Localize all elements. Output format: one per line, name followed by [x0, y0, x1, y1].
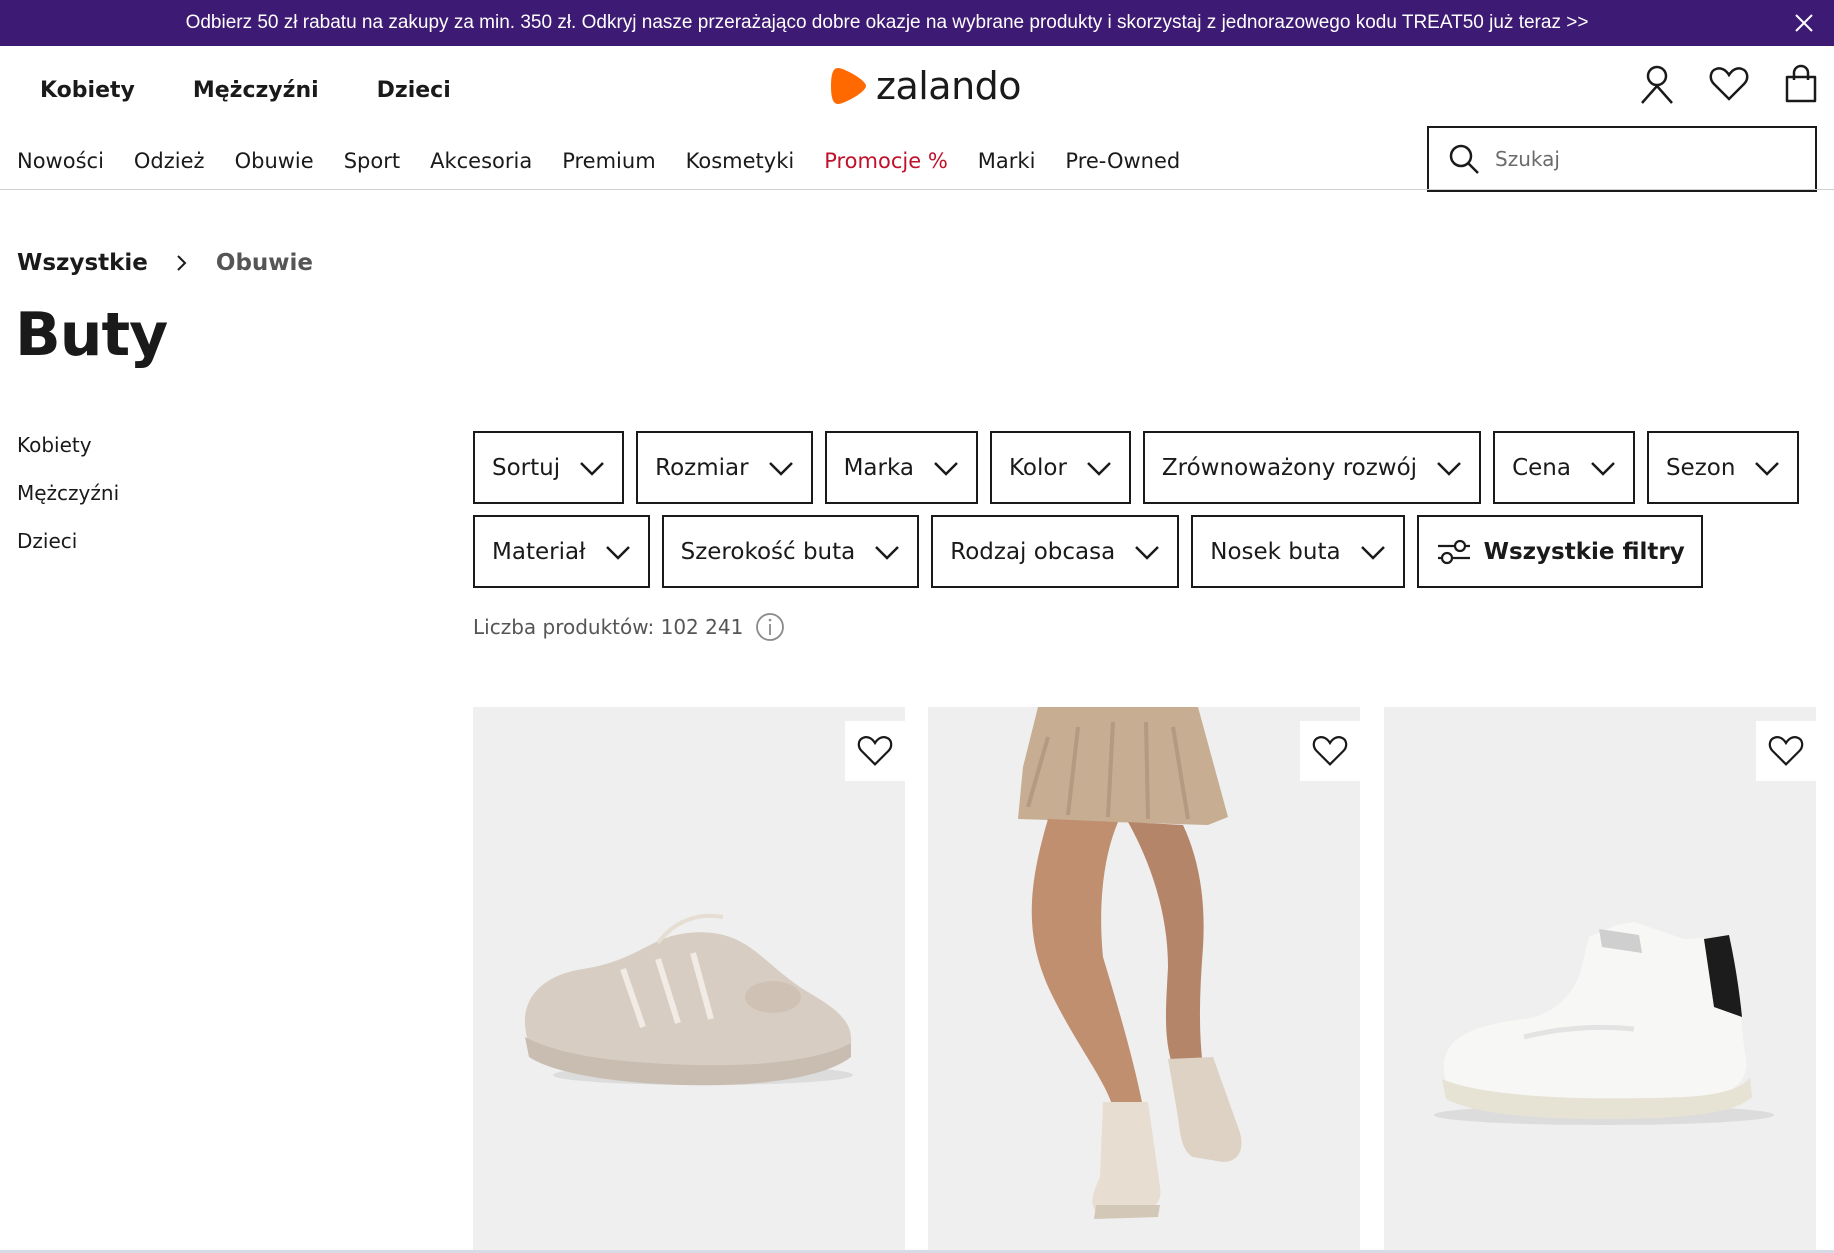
gender-link-kids[interactable]: Dzieci [377, 78, 451, 103]
filter-row-1: Sortuj Rozmiar Marka Kolor Zrównoważony … [473, 431, 1811, 504]
sidebar: Kobiety Mężczyźni Dzieci [17, 433, 119, 577]
filter-heel-type-button[interactable]: Rodzaj obcasa [931, 515, 1180, 588]
filter-label: Rodzaj obcasa [950, 538, 1116, 565]
chevron-down-icon [1755, 461, 1780, 476]
header-divider [0, 189, 1834, 190]
heart-icon [1768, 736, 1804, 766]
product-count-text: Liczba produktów: 102 241 [473, 615, 744, 639]
nav-item-premium[interactable]: Premium [562, 149, 655, 173]
filter-toe-button[interactable]: Nosek buta [1191, 515, 1405, 588]
user-icon[interactable] [1636, 63, 1678, 105]
filter-row-2: Materiał Szerokość buta Rodzaj obcasa No… [473, 515, 1715, 588]
gender-link-women[interactable]: Kobiety [40, 78, 135, 103]
filter-label: Materiał [492, 538, 586, 565]
product-image[interactable] [1384, 707, 1816, 1253]
product-card[interactable] [473, 707, 905, 1253]
filter-size-button[interactable]: Rozmiar [636, 431, 813, 504]
logo-text: zalando [876, 64, 1022, 108]
all-filters-button[interactable]: Wszystkie filtry [1416, 515, 1703, 588]
filter-label: Szerokość buta [680, 538, 856, 565]
filters-icon [1437, 539, 1470, 564]
filter-label: Zrównoważony rozwój [1161, 454, 1418, 481]
product-count: Liczba produktów: 102 241 [473, 612, 785, 642]
filter-width-button[interactable]: Szerokość buta [661, 515, 920, 588]
heart-icon [857, 736, 893, 766]
nav-item-sale[interactable]: Promocje % [824, 149, 948, 173]
zalando-logo[interactable]: zalando [830, 64, 1022, 108]
heart-icon [1312, 736, 1348, 766]
nav-item-accessories[interactable]: Akcesoria [430, 149, 532, 173]
sidebar-item-kids[interactable]: Dzieci [17, 529, 119, 577]
gender-nav: Kobiety Mężczyźni Dzieci [40, 78, 509, 103]
promo-banner[interactable]: Odbierz 50 zł rabatu na zakupy za min. 3… [0, 0, 1834, 46]
filter-material-button[interactable]: Materiał [473, 515, 650, 588]
nav-item-pre-owned[interactable]: Pre-Owned [1065, 149, 1180, 173]
breadcrumb-root[interactable]: Wszystkie [17, 250, 148, 276]
nav-item-beauty[interactable]: Kosmetyki [686, 149, 795, 173]
gender-link-men[interactable]: Mężczyźni [193, 78, 319, 103]
chevron-down-icon [934, 461, 958, 476]
chevron-down-icon [605, 545, 630, 560]
filter-label: Nosek buta [1210, 538, 1341, 565]
nav-item-sport[interactable]: Sport [344, 149, 400, 173]
info-icon[interactable] [755, 612, 785, 642]
product-image[interactable] [473, 707, 905, 1253]
promo-text[interactable]: Odbierz 50 zł rabatu na zakupy za min. 3… [0, 12, 1774, 34]
close-icon[interactable] [1792, 11, 1816, 35]
category-nav: Nowości Odzież Obuwie Sport Akcesoria Pr… [17, 149, 1210, 173]
breadcrumb-current: Obuwie [215, 250, 314, 276]
chevron-down-icon [1135, 545, 1160, 560]
nav-item-clothing[interactable]: Odzież [134, 149, 205, 173]
chevron-right-icon [177, 255, 187, 271]
wishlist-button[interactable] [845, 721, 905, 781]
filter-sustainability-button[interactable]: Zrównoważony rozwój [1142, 431, 1482, 504]
product-card[interactable] [1384, 707, 1816, 1253]
logo-mark-icon [831, 68, 866, 104]
sidebar-item-women[interactable]: Kobiety [17, 433, 119, 481]
chevron-down-icon [768, 461, 793, 476]
product-card[interactable] [928, 707, 1360, 1253]
chevron-down-icon [1087, 461, 1111, 476]
filter-label: Sezon [1665, 454, 1736, 481]
filter-label: Kolor [1008, 454, 1067, 481]
search-icon [1449, 144, 1479, 174]
product-image[interactable] [928, 707, 1360, 1253]
page-title: Buty [15, 300, 168, 370]
filter-season-button[interactable]: Sezon [1646, 431, 1800, 504]
search-input[interactable] [1495, 147, 1795, 171]
breadcrumb: Wszystkie Obuwie [17, 250, 313, 276]
wishlist-button[interactable] [1300, 721, 1360, 781]
sidebar-item-men[interactable]: Mężczyźni [17, 481, 119, 529]
filter-label: Marka [843, 454, 914, 481]
chevron-down-icon [1437, 461, 1461, 476]
search-box[interactable] [1427, 126, 1817, 192]
chevron-down-icon [1360, 545, 1385, 560]
chevron-down-icon [1591, 461, 1615, 476]
heart-icon[interactable] [1708, 63, 1750, 105]
filter-brand-button[interactable]: Marka [824, 431, 978, 504]
filter-sort-button[interactable]: Sortuj [473, 431, 625, 504]
nav-item-new[interactable]: Nowości [17, 149, 104, 173]
filter-label: Cena [1512, 454, 1571, 481]
filter-label: Rozmiar [655, 454, 749, 481]
filter-label: Sortuj [492, 454, 561, 481]
wishlist-button[interactable] [1756, 721, 1816, 781]
all-filters-label: Wszystkie filtry [1483, 538, 1685, 565]
nav-item-shoes[interactable]: Obuwie [235, 149, 314, 173]
filter-color-button[interactable]: Kolor [989, 431, 1131, 504]
chevron-down-icon [580, 461, 605, 476]
filter-price-button[interactable]: Cena [1493, 431, 1635, 504]
header-icons [1606, 63, 1822, 105]
bag-icon[interactable] [1780, 63, 1822, 105]
chevron-down-icon [875, 545, 900, 560]
nav-item-brands[interactable]: Marki [978, 149, 1036, 173]
